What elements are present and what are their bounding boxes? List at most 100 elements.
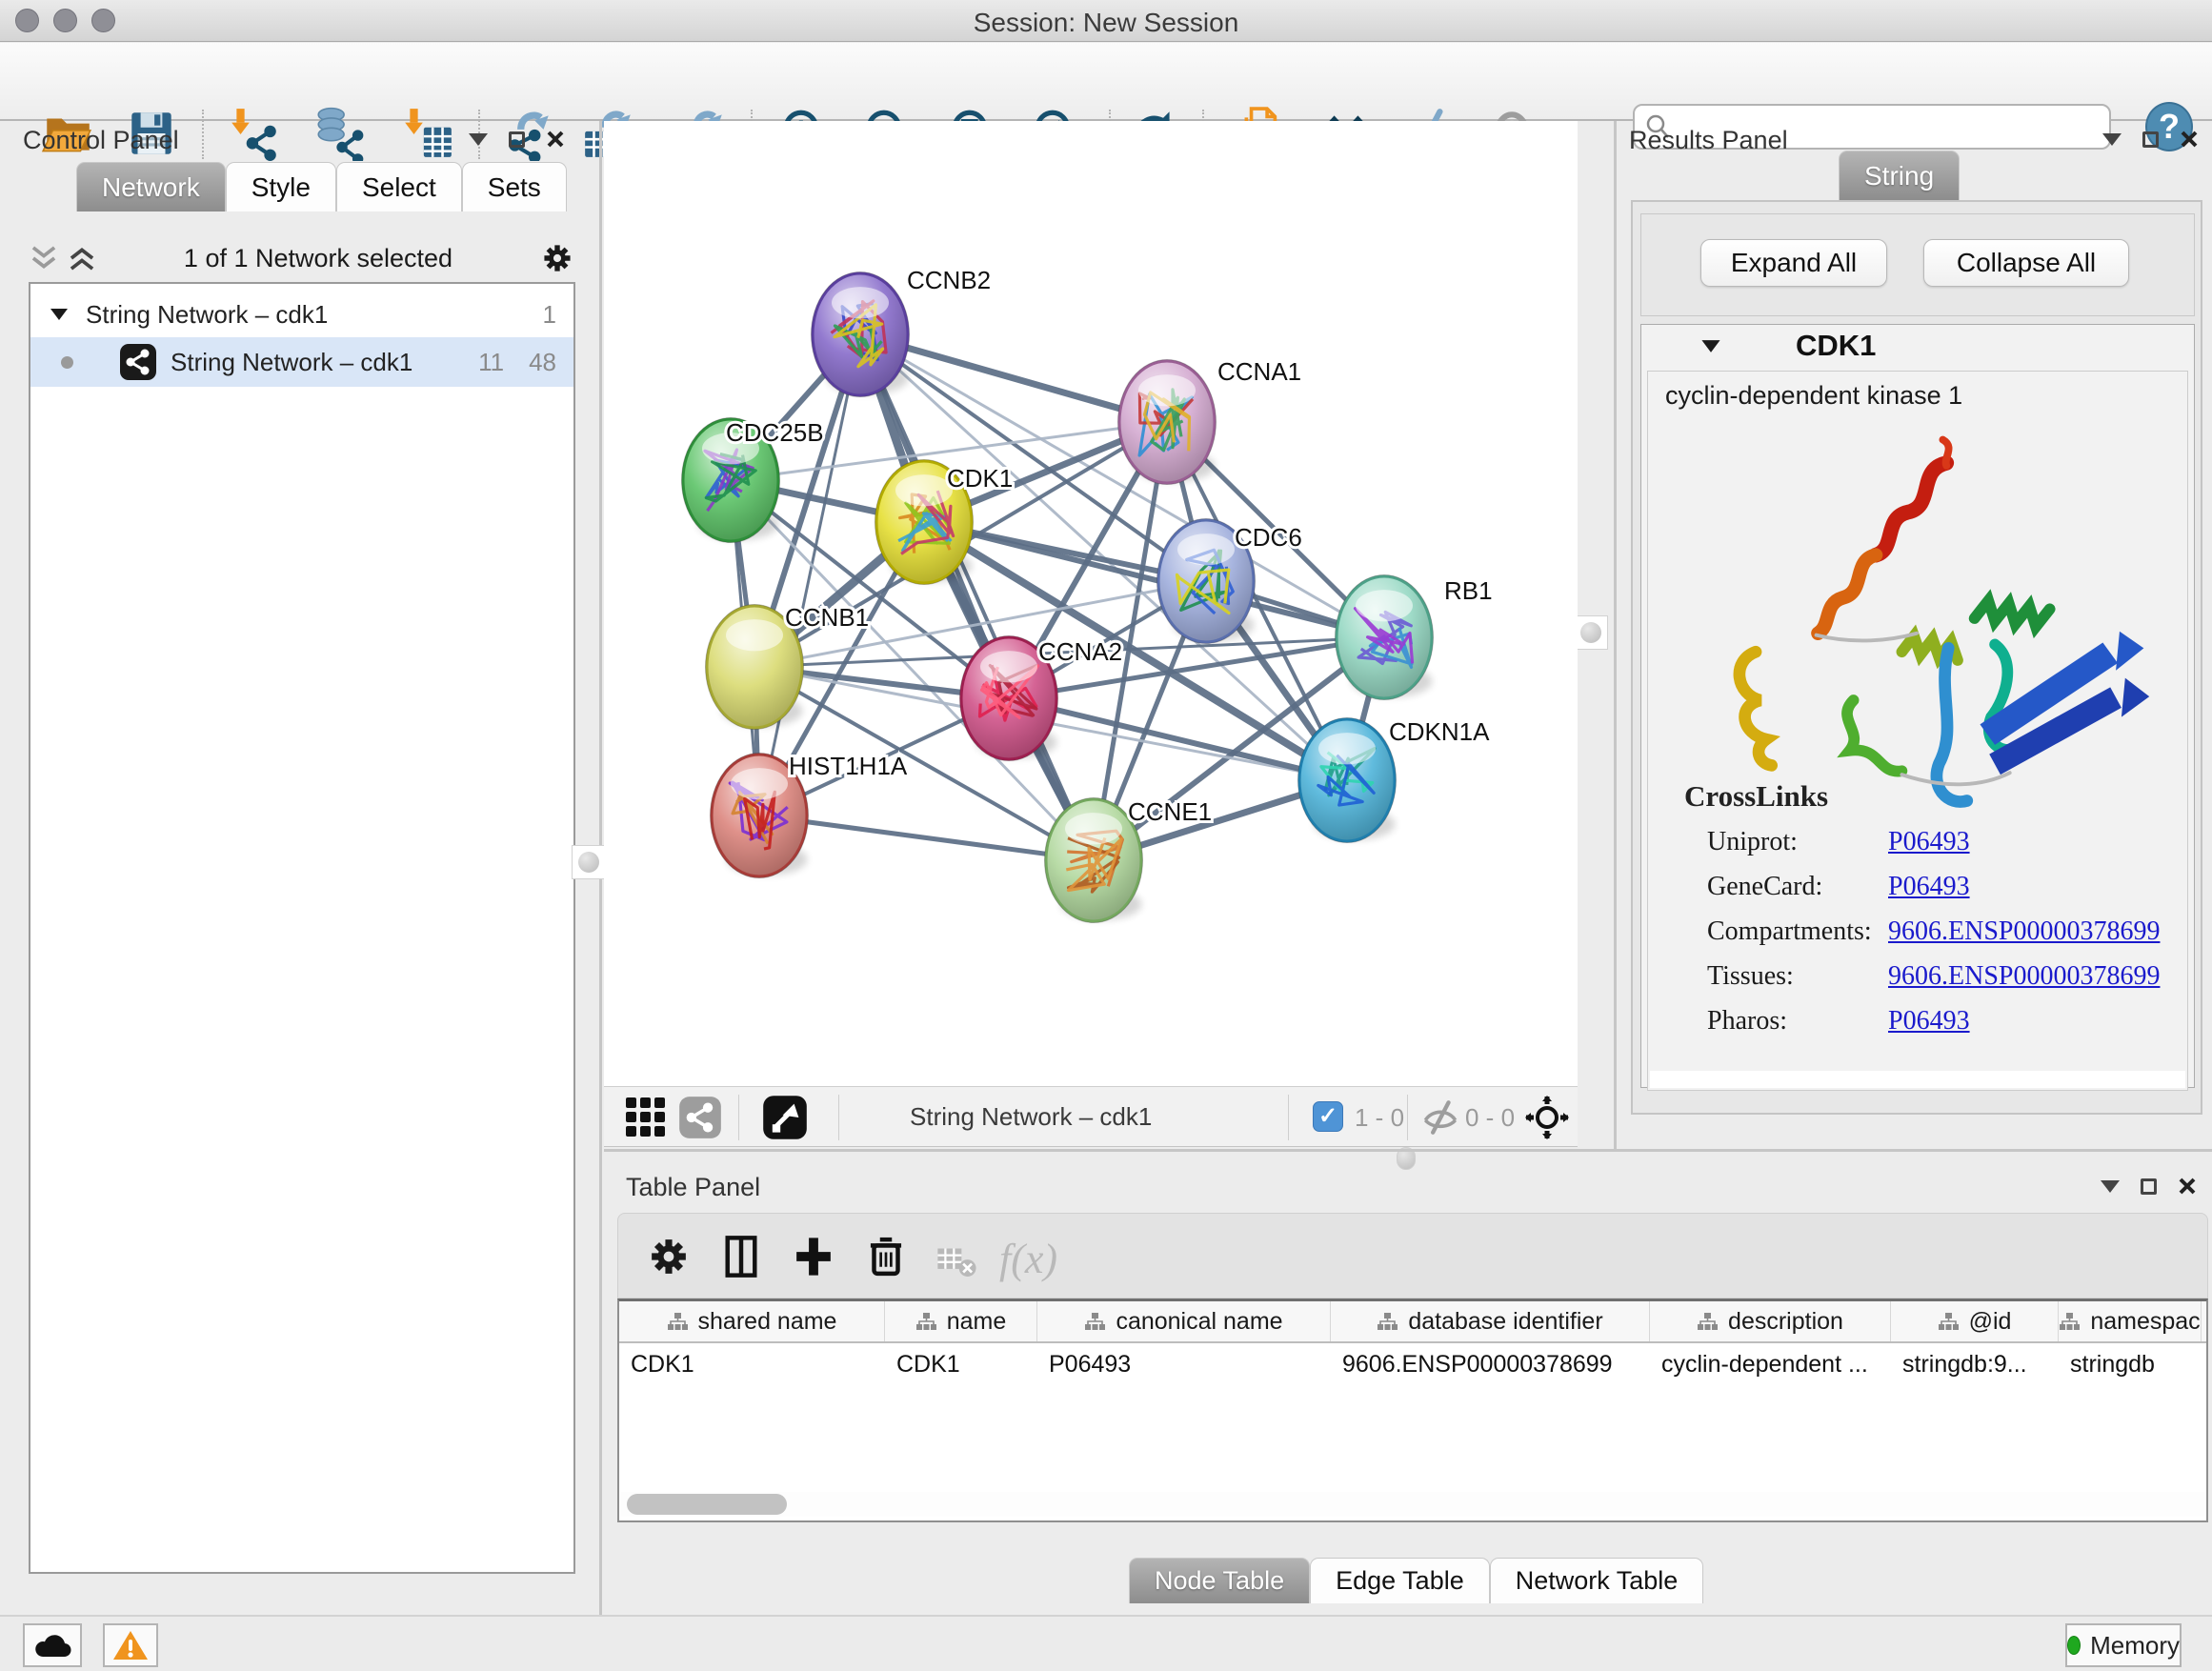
window-title: Session: New Session — [0, 8, 2212, 38]
close-panel-icon[interactable] — [2178, 1177, 2197, 1196]
table-cell[interactable]: 9606.ENSP00000378699 — [1331, 1343, 1650, 1385]
node-label-CCNA2: CCNA2 — [1038, 637, 1122, 666]
table-cell[interactable]: stringdb — [2059, 1343, 2202, 1385]
column-header-namespac[interactable]: namespac — [2059, 1301, 2202, 1341]
column-header-name[interactable]: name — [885, 1301, 1037, 1341]
network-node-HIST1H1A[interactable]: HIST1H1A — [711, 752, 908, 878]
tab-node-table[interactable]: Node Table — [1129, 1558, 1310, 1603]
crosslinks-title: CrossLinks — [1684, 779, 1828, 814]
column-type-icon — [1938, 1312, 1960, 1332]
table-cell[interactable]: cyclin-dependent ... — [1650, 1343, 1891, 1385]
node-label-CDKN1A: CDKN1A — [1389, 717, 1490, 746]
close-panel-icon[interactable] — [546, 130, 565, 149]
collapse-panel-icon[interactable] — [2102, 133, 2122, 146]
table-panel: Table Panel f(x) shared namenamecanonica… — [610, 1156, 2212, 1615]
network-options-gear-icon[interactable] — [539, 240, 575, 276]
delete-table-icon-disabled — [933, 1237, 980, 1284]
hidden-eye-icon[interactable] — [1421, 1098, 1459, 1137]
tab-edge-table[interactable]: Edge Table — [1310, 1558, 1490, 1603]
network-node-CCNE1[interactable]: CCNE1 — [1045, 797, 1213, 923]
fit-content-crosshair-icon[interactable] — [1524, 1095, 1570, 1140]
table-cell[interactable]: P06493 — [1037, 1343, 1331, 1385]
float-panel-icon[interactable] — [2142, 131, 2159, 148]
scrollbar-thumb[interactable] — [627, 1494, 787, 1515]
collapse-all-button[interactable]: Collapse All — [1923, 239, 2129, 287]
table-splitter[interactable] — [604, 1149, 2212, 1152]
network-view-toolbar: String Network – cdk1 ✓ 1 - 0 0 - 0 — [604, 1086, 1578, 1147]
network-edge-CCNB2-HIST1H1A[interactable] — [759, 334, 860, 815]
results-panel-title: Results Panel — [1629, 126, 1788, 155]
crosslink-link[interactable]: P06493 — [1888, 827, 1970, 857]
table-cell[interactable]: stringdb:9... — [1891, 1343, 2059, 1385]
network-node-CCNA2[interactable]: CCNA2 — [960, 636, 1123, 761]
network-node-RB1[interactable]: RB1 — [1336, 575, 1493, 700]
column-header-@id[interactable]: @id — [1891, 1301, 2059, 1341]
collapse-panel-icon[interactable] — [2101, 1180, 2120, 1193]
collapse-panel-icon[interactable] — [469, 133, 488, 146]
network-canvas[interactable]: CCNB2CCNA1CDC25BCDK1CDC6RB1CCNB1CCNA2CDK… — [604, 121, 1578, 1086]
column-type-icon — [1377, 1312, 1398, 1332]
crosslink-label: Tissues: — [1707, 961, 1888, 992]
float-panel-icon[interactable] — [509, 131, 525, 148]
delete-column-icon[interactable] — [862, 1233, 910, 1280]
warnings-button[interactable] — [103, 1623, 158, 1667]
add-column-icon[interactable] — [790, 1233, 837, 1280]
right-splitter[interactable] — [1614, 121, 1617, 1150]
grid-view-icon[interactable] — [624, 1096, 668, 1139]
float-panel-icon[interactable] — [2141, 1178, 2157, 1195]
left-splitter-handle[interactable] — [572, 845, 606, 879]
table-cell[interactable]: CDK1 — [885, 1343, 1037, 1385]
network-collection-row[interactable]: String Network – cdk1 1 — [30, 292, 573, 337]
table-horizontal-scrollbar[interactable] — [621, 1492, 2204, 1517]
column-header-description[interactable]: description — [1650, 1301, 1891, 1341]
status-bar: Memory — [0, 1615, 2212, 1671]
network-node-CDC6[interactable]: CDC6 — [1157, 519, 1302, 644]
tab-string-results[interactable]: String — [1839, 151, 1960, 200]
table-cell[interactable]: CDK1 — [619, 1343, 885, 1385]
column-header-shared-name[interactable]: shared name — [619, 1301, 885, 1341]
network-edge-HIST1H1A-CCNE1[interactable] — [759, 815, 1094, 860]
crosslink-link[interactable]: P06493 — [1888, 1006, 1970, 1037]
string-view-icon[interactable] — [678, 1096, 722, 1139]
network-view-title: String Network – cdk1 — [910, 1102, 1152, 1132]
expand-all-networks-icon[interactable] — [67, 243, 97, 273]
network-status-dot-icon — [61, 356, 73, 369]
column-type-icon — [667, 1312, 689, 1332]
node-label-CCNA1: CCNA1 — [1217, 357, 1301, 386]
crosslink-link[interactable]: 9606.ENSP00000378699 — [1888, 916, 2160, 947]
crosslink-row: Tissues:9606.ENSP00000378699 — [1707, 961, 2160, 992]
memory-status-dot-icon — [2067, 1636, 2081, 1655]
right-splitter-handle[interactable] — [1574, 615, 1608, 650]
network-edge-CDK1-RB1[interactable] — [924, 522, 1384, 637]
table-options-gear-icon[interactable] — [645, 1233, 693, 1280]
memory-label: Memory — [2090, 1631, 2180, 1661]
tab-network-table[interactable]: Network Table — [1490, 1558, 1704, 1603]
cloud-button[interactable] — [23, 1623, 82, 1667]
gene-description: cyclin-dependent kinase 1 — [1665, 381, 1962, 411]
tab-style[interactable]: Style — [226, 162, 336, 211]
tab-sets[interactable]: Sets — [462, 162, 567, 211]
node-label-CCNB1: CCNB1 — [785, 603, 869, 632]
collapse-all-networks-icon[interactable] — [29, 243, 59, 273]
crosslink-row: Pharos:P06493 — [1707, 1006, 1970, 1037]
show-columns-icon[interactable] — [717, 1233, 765, 1280]
selected-nodes-checkbox[interactable]: ✓ — [1313, 1101, 1343, 1132]
tree-expand-icon[interactable] — [50, 307, 69, 322]
column-header-database-identifier[interactable]: database identifier — [1331, 1301, 1650, 1341]
table-row[interactable]: CDK1CDK1P064939606.ENSP00000378699cyclin… — [619, 1343, 2206, 1385]
results-scroll-strip — [1650, 1071, 2185, 1088]
expand-all-button[interactable]: Expand All — [1700, 239, 1887, 287]
close-panel-icon[interactable] — [2180, 130, 2199, 149]
network-row-selected[interactable]: String Network – cdk1 11 48 — [30, 337, 573, 387]
collapse-gene-icon[interactable] — [1700, 338, 1721, 354]
node-table[interactable]: shared namenamecanonical namedatabase id… — [617, 1299, 2208, 1522]
tab-select[interactable]: Select — [336, 162, 462, 211]
column-header-canonical-name[interactable]: canonical name — [1037, 1301, 1331, 1341]
memory-button[interactable]: Memory — [2065, 1623, 2182, 1667]
crosslink-link[interactable]: 9606.ENSP00000378699 — [1888, 961, 2160, 992]
tab-network[interactable]: Network — [76, 162, 226, 211]
control-panel-tabs: Network Style Select Sets — [76, 162, 567, 211]
birdseye-view-icon[interactable] — [762, 1095, 808, 1140]
table-tabs: Node TableEdge TableNetwork Table — [1129, 1558, 1703, 1603]
crosslink-link[interactable]: P06493 — [1888, 872, 1970, 902]
